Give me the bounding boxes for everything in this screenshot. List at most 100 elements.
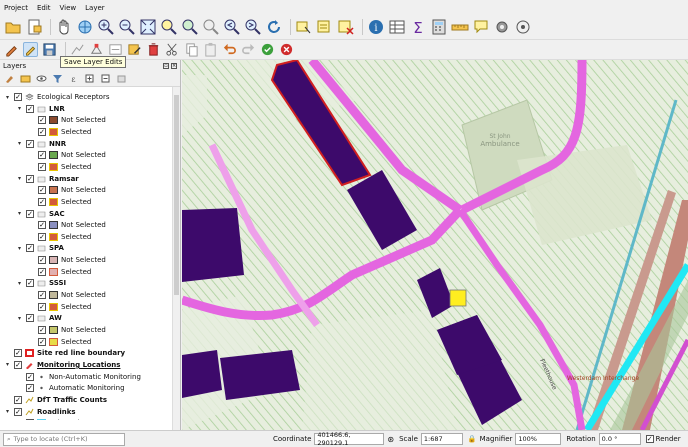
visibility-checkbox[interactable]: ✓ <box>38 221 46 230</box>
visibility-checkbox[interactable]: ✓ <box>14 360 22 369</box>
visibility-checkbox[interactable]: ✓ <box>38 151 46 160</box>
visibility-checkbox[interactable]: ✓ <box>38 291 46 300</box>
legend-symbol-row[interactable]: ✓ Selected <box>28 126 91 138</box>
filter-expression-icon[interactable]: ε <box>68 73 79 84</box>
visibility-checkbox[interactable]: ✓ <box>26 372 34 381</box>
map-svg[interactable]: St John Ambulance Fleethouse Westerdam I… <box>182 60 688 430</box>
deselect-icon[interactable] <box>337 18 355 36</box>
legend-symbol-row[interactable]: ✓ Not Selected <box>28 149 106 161</box>
select-by-value-icon[interactable] <box>316 18 334 36</box>
pan-to-selection-icon[interactable] <box>76 18 94 36</box>
add-group-icon[interactable] <box>20 73 31 84</box>
zoom-layer-icon[interactable] <box>181 18 199 36</box>
field-calculator-icon[interactable] <box>430 18 448 36</box>
zoom-full-icon[interactable] <box>139 18 157 36</box>
legend-symbol-row[interactable]: ✓ Selected <box>16 417 79 420</box>
edit-attributes-icon[interactable] <box>108 42 123 57</box>
legend-symbol-row[interactable]: ✓ Not Selected <box>28 219 106 231</box>
visibility-checkbox[interactable]: ✓ <box>38 267 46 276</box>
refresh-icon[interactable] <box>265 18 283 36</box>
menu-layer[interactable]: Layer <box>85 4 105 12</box>
legend-symbol-row[interactable]: ✓ Not Selected <box>28 254 106 266</box>
collapse-all-icon[interactable] <box>100 73 111 84</box>
visibility-checkbox[interactable]: ✓ <box>38 256 46 265</box>
zoom-last-icon[interactable] <box>223 18 241 36</box>
legend-symbol-row[interactable]: ✓ Selected <box>28 266 91 278</box>
remove-layer-icon[interactable] <box>116 73 127 84</box>
magnifier-field[interactable]: 100% <box>515 433 562 445</box>
visibility-checkbox[interactable]: ✓ <box>26 419 34 420</box>
modify-attributes-icon[interactable] <box>127 42 142 57</box>
legend-symbol-row[interactable]: ✓ Selected <box>28 336 91 348</box>
layer-tree-item[interactable]: ▾ ✓ Roadlinks <box>4 406 76 418</box>
expand-collapse-icon[interactable]: ▾ <box>16 245 23 252</box>
legend-symbol-row[interactable]: ✓ Not Selected <box>28 289 106 301</box>
visibility-checkbox[interactable]: ✓ <box>38 162 46 171</box>
pan-hand-icon[interactable] <box>55 18 73 36</box>
layer-tree-item[interactable]: ▾ ✓ NNR <box>16 138 66 150</box>
visibility-checkbox[interactable]: ✓ <box>26 384 34 393</box>
accept-icon[interactable] <box>260 42 275 57</box>
zoom-next-icon[interactable] <box>244 18 262 36</box>
lock-scale-icon[interactable]: 🔒 <box>468 435 477 443</box>
float-panel-icon[interactable]: ▫ <box>163 62 169 69</box>
zoom-out-icon[interactable] <box>118 18 136 36</box>
visibility-checkbox[interactable]: ✓ <box>14 93 22 101</box>
expand-all-icon[interactable] <box>84 73 95 84</box>
menu-view[interactable]: View <box>60 4 77 12</box>
visibility-checkbox[interactable]: ✓ <box>26 209 34 218</box>
visibility-checkbox[interactable]: ✓ <box>14 407 22 416</box>
scale-field[interactable]: 1:687 <box>420 433 463 445</box>
layer-tree-item[interactable]: ▾ ✓ SPA <box>16 242 64 254</box>
manage-visibility-icon[interactable] <box>36 73 47 84</box>
statistics-sum-icon[interactable]: Σ <box>409 18 427 36</box>
identify-icon[interactable]: i <box>367 18 385 36</box>
paste-features-icon[interactable] <box>203 42 218 57</box>
expand-collapse-icon[interactable]: ▾ <box>16 105 23 112</box>
visibility-checkbox[interactable]: ✓ <box>38 186 46 195</box>
new-project-icon[interactable] <box>25 18 43 36</box>
select-features-icon[interactable] <box>295 18 313 36</box>
locate-icon[interactable] <box>514 18 532 36</box>
measure-icon[interactable] <box>451 18 469 36</box>
toggle-editing-pencil-icon[interactable] <box>23 42 38 57</box>
expand-collapse-icon[interactable]: ▾ <box>16 280 23 287</box>
map-tips-icon[interactable] <box>472 18 490 36</box>
expand-collapse-icon[interactable]: ▾ <box>16 175 23 182</box>
vertex-tool-icon[interactable] <box>89 42 104 57</box>
attribute-table-icon[interactable] <box>388 18 406 36</box>
visibility-checkbox[interactable]: ✓ <box>14 349 22 358</box>
legend-symbol-row[interactable]: ✓ Selected <box>28 301 91 313</box>
visibility-checkbox[interactable]: ✓ <box>38 302 46 311</box>
delete-selected-icon[interactable] <box>146 42 161 57</box>
visibility-checkbox[interactable]: ✓ <box>38 232 46 241</box>
layer-tree-item[interactable]: ▾ ✓ SSSI <box>16 277 66 289</box>
add-feature-icon[interactable] <box>70 42 85 57</box>
menu-project[interactable]: Project <box>4 4 28 12</box>
layer-tree-item[interactable]: ▾ ✓ SAC <box>16 208 65 220</box>
cut-features-icon[interactable] <box>165 42 180 57</box>
building[interactable] <box>182 350 222 398</box>
visibility-checkbox[interactable]: ✓ <box>38 197 46 206</box>
current-edits-icon[interactable] <box>4 42 19 57</box>
layers-scrollbar[interactable] <box>172 87 180 430</box>
settings-gear-icon[interactable] <box>493 18 511 36</box>
cancel-icon[interactable] <box>279 42 294 57</box>
open-project-icon[interactable] <box>4 18 22 36</box>
expand-collapse-icon[interactable]: ▾ <box>16 140 23 147</box>
legend-symbol-row[interactable]: ✓ Not Selected <box>28 184 106 196</box>
visibility-checkbox[interactable]: ✓ <box>26 104 34 113</box>
zoom-native-icon[interactable] <box>202 18 220 36</box>
visibility-checkbox[interactable]: ✓ <box>38 326 46 334</box>
expand-collapse-icon[interactable]: ▾ <box>16 210 23 217</box>
visibility-checkbox[interactable]: ✓ <box>38 337 46 346</box>
layer-tree-item[interactable]: ▾ ✓ Ecological Receptors <box>4 91 110 103</box>
rotation-field[interactable]: 0.0 ° <box>598 433 641 445</box>
locator-search-input[interactable]: ⌕ Type to locate (Ctrl+K) <box>3 432 125 446</box>
legend-symbol-row[interactable]: ✓ Selected <box>28 161 91 173</box>
visibility-checkbox[interactable]: ✓ <box>26 139 34 148</box>
visibility-checkbox[interactable]: ✓ <box>26 174 34 183</box>
filter-legend-icon[interactable] <box>52 73 63 84</box>
visibility-checkbox[interactable]: ✓ <box>14 395 22 404</box>
legend-symbol-row[interactable]: ✓ Not Selected <box>28 114 106 126</box>
